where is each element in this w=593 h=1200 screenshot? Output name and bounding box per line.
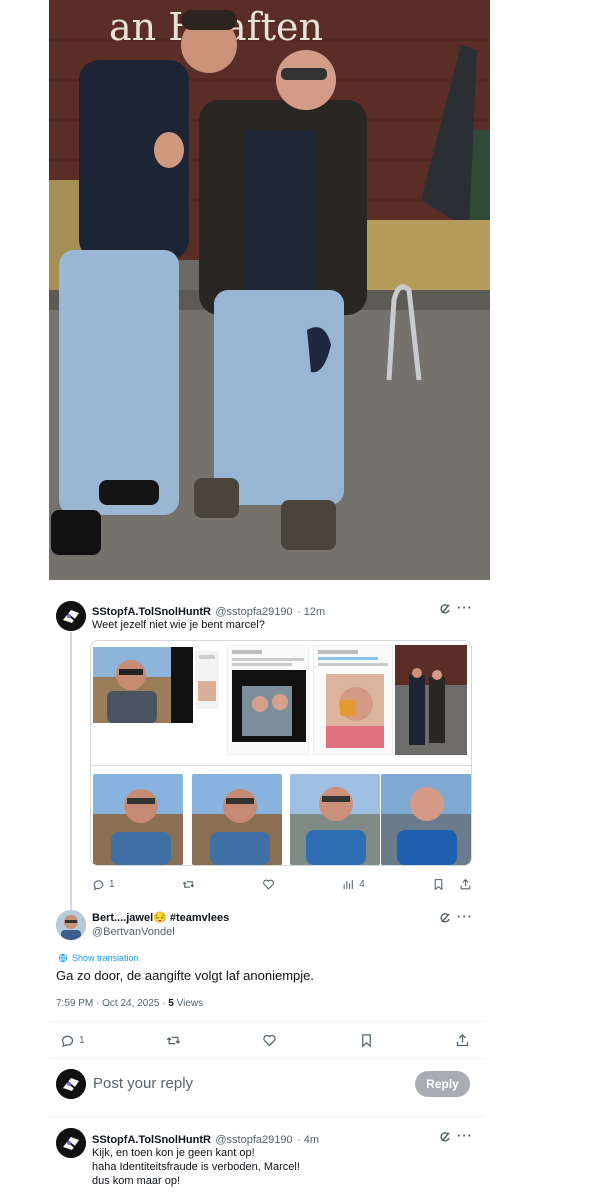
- show-translation-link[interactable]: Show translation: [58, 953, 139, 963]
- reply1-display-name[interactable]: SStopfA.TolSnolHuntR: [92, 606, 211, 618]
- main-reply-button[interactable]: 1: [60, 1033, 85, 1048]
- main-views-label: Views: [173, 998, 204, 1009]
- main-tweet-text: Ga zo door, de aangifte volgt laf anonie…: [56, 968, 315, 983]
- avatar-sstopfa[interactable]: [56, 601, 86, 631]
- bookmark-icon: [361, 1034, 371, 1048]
- embedded-image-card[interactable]: [90, 640, 472, 866]
- reply1-like-button[interactable]: [262, 878, 275, 891]
- reply1-right-actions: [432, 878, 472, 891]
- embed-face-1: [93, 774, 183, 865]
- avatar-sstopfa-icon: [56, 601, 86, 631]
- reply-button[interactable]: Reply: [415, 1071, 470, 1097]
- main-handle[interactable]: @BertvanVondel: [92, 926, 175, 938]
- views-chart-icon: [343, 880, 354, 889]
- share-icon: [456, 1033, 469, 1047]
- reply1-reply-count: 1: [109, 879, 115, 890]
- reply-icon: [61, 1035, 74, 1048]
- reply1-views-button[interactable]: 4: [342, 878, 365, 891]
- main-share-button[interactable]: [455, 1033, 470, 1048]
- embed-thumb-street-photo: [395, 645, 467, 755]
- embed-thumb-tweet-drinking: [313, 645, 393, 755]
- main-reply-count: 1: [79, 1035, 85, 1046]
- reply2-display-name[interactable]: SStopfA.TolSnolHuntR: [92, 1134, 211, 1146]
- grok-icon[interactable]: [439, 603, 451, 615]
- heart-icon: [263, 1034, 276, 1047]
- avatar-current-user-icon: [56, 1069, 86, 1099]
- reply2-line-2: haha Identiteitsfraude is verboden, Marc…: [92, 1161, 300, 1173]
- embed-thumb-tweet-screenshot: [227, 645, 309, 755]
- reply2-time[interactable]: · 4m: [297, 1134, 319, 1146]
- embed-thumb-dark-strip: [171, 647, 193, 723]
- embed-thumb-selfie-1: [93, 647, 171, 723]
- avatar-sstopfa-2[interactable]: [56, 1128, 86, 1158]
- avatar-bert-icon: [56, 910, 86, 940]
- divider-3: [49, 1116, 485, 1117]
- reply1-time[interactable]: · 12m: [297, 606, 325, 618]
- thread-connector-line: [70, 632, 72, 912]
- main-meta: 7:59 PM · Oct 24, 2025 · 5 Views: [56, 998, 203, 1009]
- avatar-sstopfa-2-icon: [56, 1128, 86, 1158]
- reply2-line-1: Kijk, en toen kon je geen kant op!: [92, 1147, 255, 1159]
- main-display-name[interactable]: Bert....jawel😔 #teamvlees: [92, 911, 229, 924]
- avatar-current-user[interactable]: [56, 1069, 86, 1099]
- main-retweet-button[interactable]: [166, 1033, 181, 1048]
- reply1-retweet-button[interactable]: [182, 878, 195, 891]
- retweet-icon: [182, 881, 195, 888]
- reply1-text: Weet jezelf niet wie je bent marcel?: [92, 619, 265, 631]
- bookmark-icon[interactable]: [432, 878, 445, 891]
- show-translation-label: Show translation: [72, 953, 139, 963]
- post-reply-input[interactable]: Post your reply: [93, 1075, 193, 1092]
- reply1-action-bar: 1 4: [92, 878, 472, 891]
- reply1-handle[interactable]: @sstopfa29190: [215, 606, 292, 618]
- main-more-icon[interactable]: ···: [457, 909, 473, 924]
- main-like-button[interactable]: [262, 1033, 277, 1048]
- reply2-more-icon[interactable]: ···: [457, 1128, 473, 1143]
- main-action-bar: 1: [60, 1033, 470, 1048]
- reply1-views-count: 4: [359, 879, 365, 890]
- embed-thumb-small-tweet: [195, 651, 219, 709]
- reply2-handle[interactable]: @sstopfa29190: [215, 1134, 292, 1146]
- reply2-line-3: dus kom maar op!: [92, 1175, 181, 1187]
- reply-icon: [93, 880, 104, 891]
- grok-icon[interactable]: [439, 1131, 451, 1143]
- retweet-icon: [166, 1036, 181, 1045]
- embed-face-4: [381, 774, 471, 865]
- main-bookmark-button[interactable]: [359, 1033, 374, 1048]
- reply1-reply-button[interactable]: 1: [92, 878, 115, 891]
- reply1-more-icon[interactable]: ···: [457, 600, 473, 615]
- share-icon[interactable]: [459, 878, 472, 891]
- embed-separator: [91, 765, 471, 766]
- divider-2: [49, 1058, 485, 1059]
- heart-icon: [263, 879, 274, 890]
- grok-icon[interactable]: [439, 912, 451, 924]
- embed-face-2: [192, 774, 282, 865]
- embed-face-3: [290, 774, 380, 865]
- globe-icon: [58, 953, 68, 963]
- divider-1: [49, 1021, 485, 1022]
- main-timestamp[interactable]: 7:59 PM · Oct 24, 2025 ·: [56, 998, 168, 1009]
- photo-two-men: an Haaften: [49, 0, 490, 580]
- avatar-bert[interactable]: [56, 910, 86, 940]
